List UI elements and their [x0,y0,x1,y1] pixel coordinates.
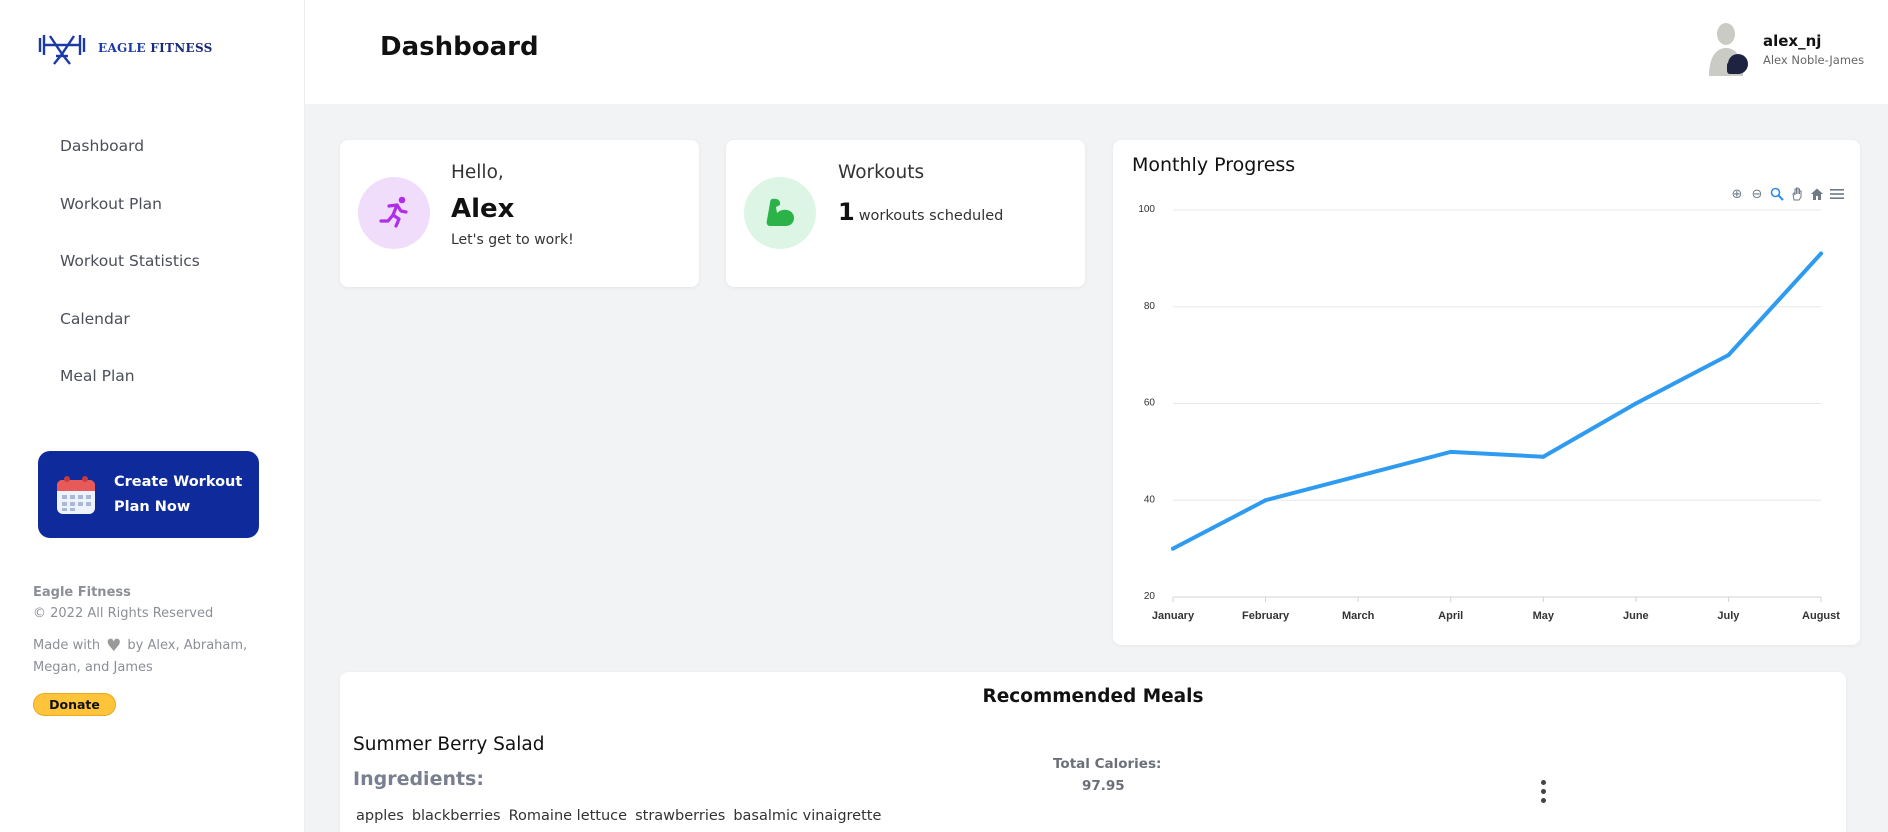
page-title: Dashboard [380,32,539,62]
ingredient-item: strawberries [635,808,726,824]
workouts-count-label: workouts scheduled [858,208,1004,224]
greeting-card: Hello, Alex Let's get to work! [340,140,699,287]
meal-name: Summer Berry Salad [353,734,545,755]
avatar[interactable] [1707,22,1749,76]
workouts-count: 1 workouts scheduled [838,198,1003,226]
y-tick-label: 100 [1138,204,1155,215]
y-tick-label: 40 [1144,494,1156,505]
menu-icon[interactable] [1829,187,1845,203]
calendar-icon [57,475,95,514]
meals-title: Recommended Meals [982,686,1204,707]
data-point [1448,449,1453,454]
chart-title: Monthly Progress [1132,154,1296,176]
sidebar: EAGLE FITNESS Dashboard Workout Plan Wor… [0,0,305,832]
eagle-logo-icon [38,35,86,65]
workouts-title: Workouts [838,162,925,183]
data-point [1541,454,1546,459]
sidebar-item-workout-statistics[interactable]: Workout Statistics [60,251,200,309]
y-tick-label: 20 [1144,591,1156,602]
data-point [1726,353,1731,358]
top-header: Dashboard alex_nj Alex Noble-James [305,0,1888,104]
ingredient-item: apples [356,808,404,824]
data-point [1356,474,1361,479]
logo[interactable]: EAGLE FITNESS [36,30,213,66]
y-tick-label: 60 [1144,398,1156,409]
zoom-select-icon[interactable] [1769,187,1785,203]
data-point [1819,251,1823,256]
more-options-icon[interactable] [1530,776,1556,806]
x-tick-label: February [1242,610,1290,622]
calories-value: 97.95 [1082,778,1125,794]
footer-credits: Made with ♥ by Alex, Abraham, Megan, and J… [33,636,248,675]
donate-button[interactable]: Donate [33,693,116,716]
username: alex_nj [1763,32,1822,50]
ingredient-item: Romaine lettuce [508,808,628,824]
data-point [1171,546,1175,551]
sidebar-item-dashboard[interactable]: Dashboard [60,136,200,194]
create-workout-plan-button[interactable]: Create Workout Plan Now [38,451,259,538]
ingredient-item: basalmic vinaigrette [733,808,882,824]
greeting-name: Alex [451,194,515,224]
series-line [1171,251,1823,551]
muscle-icon-badge [744,177,816,249]
sidebar-item-meal-plan[interactable]: Meal Plan [60,366,200,424]
logo-text: EAGLE FITNESS [98,41,213,55]
x-tick-label: July [1717,610,1740,622]
reset-home-icon[interactable] [1809,187,1825,203]
pan-hand-icon[interactable] [1789,187,1805,203]
greeting-subtitle: Let's get to work! [451,232,574,248]
ingredient-item: blackberries [411,808,501,824]
sidebar-footer: Eagle Fitness © 2022 All Rights Reserved… [33,585,273,679]
x-tick-label: May [1533,610,1555,622]
ingredients-label: Ingredients: [353,768,484,790]
x-tick-label: January [1152,610,1195,622]
heart-icon: ♥ [106,636,122,656]
user-fullname: Alex Noble-James [1763,53,1865,67]
data-point [1633,401,1638,406]
monthly-progress-chart: 20 40 60 80 100 January February March April May J… [1138,204,1840,622]
recommended-meals-card: Recommended Meals Summer Berry Salad Ing… [340,672,1846,832]
create-workout-plan-label: Create Workout Plan Now [114,473,243,515]
runner-icon-badge [358,177,430,249]
calories-label: Total Calories: [1053,756,1162,772]
sidebar-item-workout-plan[interactable]: Workout Plan [60,194,200,252]
zoom-out-icon[interactable]: ⊖ [1749,187,1765,203]
flexed-bicep-icon [766,198,795,226]
data-point [1263,498,1268,503]
workouts-count-number: 1 [838,198,855,226]
greeting-label: Hello, [451,162,504,183]
user-info[interactable]: alex_nj Alex Noble-James [1763,32,1864,67]
x-tick-label: March [1342,610,1375,622]
ingredients-list: apples blackberries Romaine lettuce stra… [356,808,881,824]
workouts-card: Workouts 1 workouts scheduled [726,140,1085,287]
x-tick-label: April [1438,610,1463,622]
footer-copyright: © 2022 All Rights Reserved [33,606,214,621]
zoom-in-icon[interactable]: ⊕ [1729,187,1745,203]
chart-toolbar: ⊕ ⊖ [1729,187,1845,203]
runner-icon [379,196,408,228]
sidebar-item-calendar[interactable]: Calendar [60,309,200,367]
monthly-progress-card: 20 40 60 80 100 January February March April May J… [1113,140,1860,645]
x-tick-label: June [1623,610,1649,622]
footer-brand: Eagle Fitness [33,585,131,600]
y-tick-label: 80 [1144,301,1156,312]
sidebar-nav: Dashboard Workout Plan Workout Statistic… [60,136,200,424]
x-tick-label: August [1802,610,1840,622]
